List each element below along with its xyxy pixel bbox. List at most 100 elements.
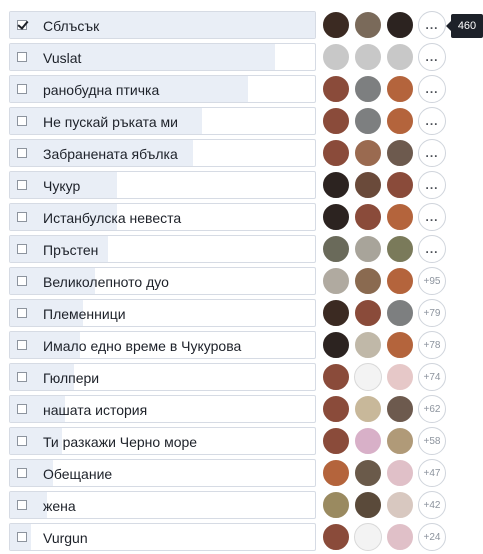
avatar[interactable]	[322, 523, 350, 551]
poll-option[interactable]: нашата история	[9, 395, 316, 423]
avatar[interactable]	[386, 395, 414, 423]
option-checkbox[interactable]	[17, 52, 27, 62]
poll-option[interactable]: Чукур	[9, 171, 316, 199]
option-checkbox[interactable]	[17, 404, 27, 414]
avatar[interactable]	[322, 203, 350, 231]
poll-option[interactable]: Пръстен	[9, 235, 316, 263]
option-checkbox[interactable]	[17, 116, 27, 126]
avatar[interactable]	[354, 203, 382, 231]
poll-option[interactable]: Племенници	[9, 299, 316, 327]
avatar[interactable]	[322, 11, 350, 39]
more-voters-button[interactable]: +78	[418, 331, 446, 359]
avatar[interactable]	[322, 459, 350, 487]
avatar[interactable]	[354, 523, 382, 551]
poll-option[interactable]: Имало едно време в Чукурова	[9, 331, 316, 359]
poll-option[interactable]: жена	[9, 491, 316, 519]
avatar[interactable]	[354, 43, 382, 71]
avatar[interactable]	[354, 235, 382, 263]
option-checkbox[interactable]	[17, 468, 27, 478]
poll-option[interactable]: Великолепното дуо	[9, 267, 316, 295]
poll-option[interactable]: Забранената ябълка	[9, 139, 316, 167]
poll-option[interactable]: Не пускай ръката ми	[9, 107, 316, 135]
avatar[interactable]	[386, 459, 414, 487]
avatar[interactable]	[386, 203, 414, 231]
avatar[interactable]	[322, 491, 350, 519]
avatar[interactable]	[354, 331, 382, 359]
avatar[interactable]	[386, 235, 414, 263]
option-checkbox[interactable]	[17, 308, 27, 318]
option-checkbox[interactable]	[17, 180, 27, 190]
avatar[interactable]	[386, 331, 414, 359]
more-voters-button[interactable]: +58	[418, 427, 446, 455]
poll-option[interactable]: Сблъсък	[9, 11, 316, 39]
poll-option[interactable]: Vuslat	[9, 43, 316, 71]
avatar[interactable]	[322, 43, 350, 71]
avatar[interactable]	[322, 331, 350, 359]
poll-option[interactable]: ранобудна птичка	[9, 75, 316, 103]
avatar[interactable]	[354, 75, 382, 103]
avatar[interactable]	[322, 267, 350, 295]
avatar[interactable]	[386, 139, 414, 167]
more-voters-button[interactable]: +74	[418, 363, 446, 391]
avatar[interactable]	[354, 363, 382, 391]
more-voters-button[interactable]: ...	[418, 107, 446, 135]
avatar[interactable]	[354, 299, 382, 327]
more-voters-button[interactable]: +95	[418, 267, 446, 295]
avatar[interactable]	[354, 491, 382, 519]
avatar[interactable]	[354, 459, 382, 487]
avatar[interactable]	[354, 11, 382, 39]
more-voters-button[interactable]: +24	[418, 523, 446, 551]
more-voters-button[interactable]: ...	[418, 43, 446, 71]
option-checkbox[interactable]	[17, 372, 27, 382]
option-checkbox[interactable]	[17, 148, 27, 158]
option-checkbox[interactable]	[17, 212, 27, 222]
avatar[interactable]	[386, 75, 414, 103]
avatar[interactable]	[354, 395, 382, 423]
more-voters-button[interactable]: ...	[418, 11, 446, 39]
avatar[interactable]	[386, 427, 414, 455]
avatar[interactable]	[322, 299, 350, 327]
more-voters-button[interactable]: +79	[418, 299, 446, 327]
option-checkbox[interactable]	[17, 276, 27, 286]
avatar[interactable]	[386, 43, 414, 71]
avatar[interactable]	[386, 107, 414, 135]
poll-option[interactable]: Гюлпери	[9, 363, 316, 391]
avatar[interactable]	[386, 11, 414, 39]
avatar[interactable]	[322, 363, 350, 391]
avatar[interactable]	[354, 427, 382, 455]
avatar[interactable]	[354, 267, 382, 295]
option-checkbox[interactable]	[17, 500, 27, 510]
more-voters-button[interactable]: ...	[418, 203, 446, 231]
option-checkbox[interactable]	[17, 84, 27, 94]
option-checkbox[interactable]	[17, 532, 27, 542]
avatar[interactable]	[354, 171, 382, 199]
more-voters-button[interactable]: ...	[418, 171, 446, 199]
poll-option[interactable]: Обещание	[9, 459, 316, 487]
poll-option[interactable]: Истанбулска невеста	[9, 203, 316, 231]
avatar[interactable]	[354, 139, 382, 167]
avatar[interactable]	[386, 267, 414, 295]
avatar[interactable]	[322, 139, 350, 167]
more-voters-button[interactable]: ...	[418, 139, 446, 167]
avatar[interactable]	[322, 235, 350, 263]
avatar[interactable]	[322, 427, 350, 455]
avatar[interactable]	[322, 395, 350, 423]
more-voters-button[interactable]: +42	[418, 491, 446, 519]
avatar[interactable]	[386, 171, 414, 199]
more-voters-button[interactable]: +62	[418, 395, 446, 423]
avatar[interactable]	[386, 491, 414, 519]
avatar[interactable]	[322, 107, 350, 135]
poll-option[interactable]: Vurgun	[9, 523, 316, 551]
more-voters-button[interactable]: +47	[418, 459, 446, 487]
avatar[interactable]	[322, 75, 350, 103]
more-voters-button[interactable]: ...	[418, 75, 446, 103]
option-checkbox[interactable]	[17, 20, 27, 30]
avatar[interactable]	[386, 363, 414, 391]
option-checkbox[interactable]	[17, 244, 27, 254]
avatar[interactable]	[322, 171, 350, 199]
avatar[interactable]	[386, 523, 414, 551]
more-voters-button[interactable]: ...	[418, 235, 446, 263]
poll-option[interactable]: Ти разкажи Черно море	[9, 427, 316, 455]
option-checkbox[interactable]	[17, 340, 27, 350]
avatar[interactable]	[354, 107, 382, 135]
